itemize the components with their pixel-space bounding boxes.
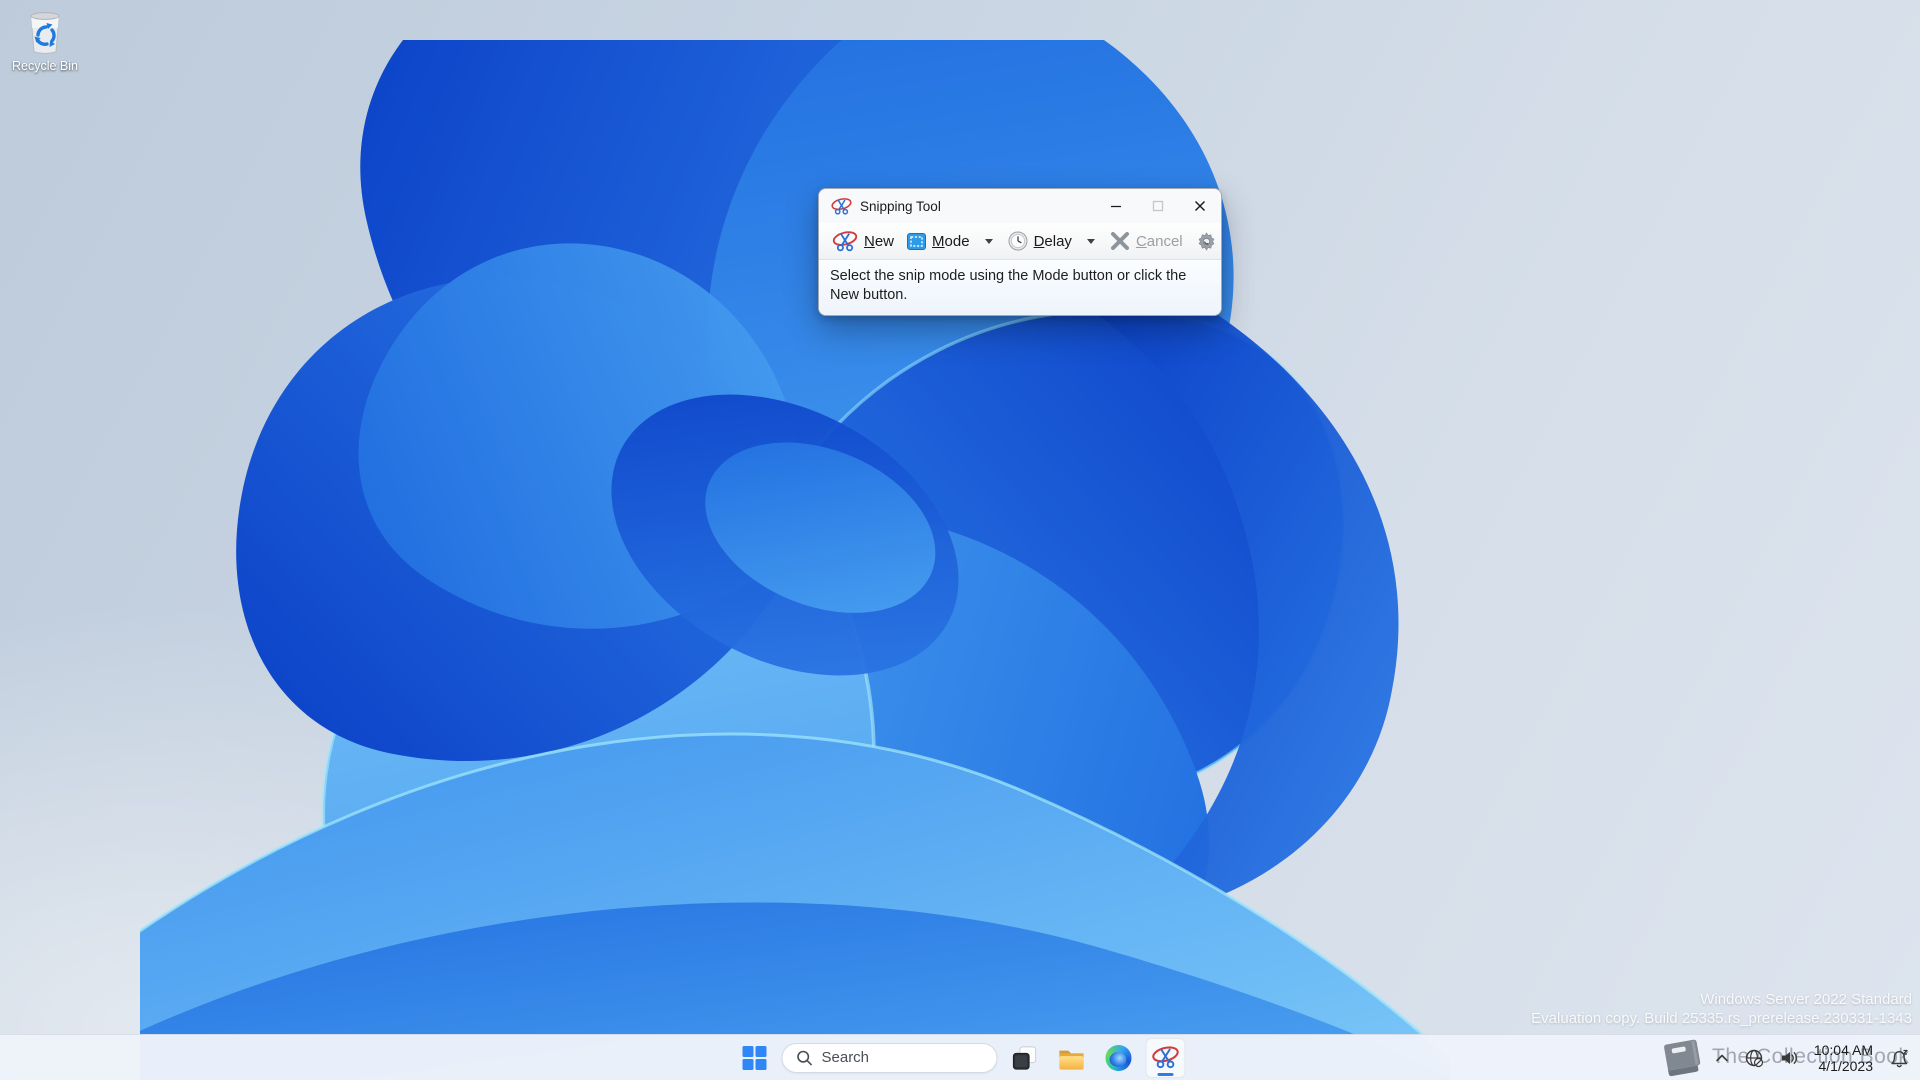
minimize-icon <box>1111 205 1121 208</box>
snip-message-area: Select the snip mode using the Mode butt… <box>819 260 1221 315</box>
new-button[interactable]: New <box>829 228 897 255</box>
delay-clock-icon <box>1008 231 1028 251</box>
snipping-tool-icon <box>1152 1045 1180 1070</box>
chevron-up-icon <box>1716 1054 1728 1061</box>
snipping-tool-window: Snipping Tool New Mode Delay Cancel Sele… <box>818 188 1222 316</box>
cancel-label: Cancel <box>1135 232 1183 250</box>
recycle-bin-label: Recycle Bin <box>12 59 78 73</box>
hidden-icons-button[interactable] <box>1713 1051 1731 1065</box>
minimize-button[interactable] <box>1095 189 1137 223</box>
edge-icon <box>1105 1044 1132 1071</box>
close-icon <box>1195 201 1205 211</box>
snipping-tool-icon <box>831 197 852 216</box>
search-icon <box>797 1050 812 1065</box>
recycle-bin-icon <box>30 12 60 54</box>
file-explorer-icon <box>1059 1050 1084 1070</box>
system-tray: 10:04 AM 4/1/2023 <box>1713 1035 1912 1080</box>
active-app-indicator <box>1157 1072 1174 1076</box>
watermark-line1: Windows Server 2022 Standard <box>1700 991 1912 1008</box>
mode-label: Mode <box>932 232 970 250</box>
eval-watermark: Windows Server 2022 Standard Evaluation … <box>1531 990 1912 1028</box>
windows-logo-icon <box>742 1045 767 1070</box>
mode-icon <box>907 232 927 250</box>
snip-toolbar: New Mode Delay Cancel <box>819 223 1221 260</box>
volume-button[interactable] <box>1777 1046 1801 1070</box>
search-input[interactable] <box>821 1049 972 1066</box>
watermark-line2: Evaluation copy. Build 25335.rs_prerelea… <box>1531 1010 1912 1027</box>
chevron-down-icon <box>1086 238 1095 244</box>
taskbar: The Collection Book <box>0 1034 1920 1080</box>
cancel-button[interactable]: Cancel <box>1107 229 1186 253</box>
network-globe-icon <box>1745 1049 1763 1067</box>
taskbar-search[interactable] <box>781 1042 998 1073</box>
options-button[interactable]: Options <box>1193 229 1221 254</box>
mode-dropdown[interactable] <box>980 237 998 246</box>
snipping-tool-taskbar-button[interactable] <box>1145 1037 1186 1078</box>
maximize-icon <box>1152 200 1164 212</box>
chevron-down-icon <box>984 238 993 244</box>
delay-label: Delay <box>1033 232 1072 250</box>
book-icon <box>1664 1039 1701 1077</box>
bell-z-icon <box>1891 1049 1908 1067</box>
snip-message: Select the snip mode using the Mode butt… <box>830 268 1187 303</box>
window-title: Snipping Tool <box>860 198 941 214</box>
network-button[interactable] <box>1742 1046 1766 1070</box>
start-button[interactable] <box>735 1038 775 1078</box>
edge-button[interactable] <box>1099 1038 1139 1078</box>
mode-button[interactable]: Mode <box>904 231 973 252</box>
cancel-x-icon <box>1110 232 1129 250</box>
tray-time: 10:04 AM <box>1813 1041 1873 1058</box>
task-view-button[interactable] <box>1005 1038 1045 1078</box>
close-button[interactable] <box>1179 189 1221 223</box>
new-snip-icon <box>832 230 858 253</box>
notifications-button[interactable] <box>1886 1045 1912 1071</box>
tray-date: 4/1/2023 <box>1818 1057 1874 1074</box>
maximize-button[interactable] <box>1137 189 1179 223</box>
recycle-bin[interactable]: Recycle Bin <box>6 8 84 73</box>
titlebar[interactable]: Snipping Tool <box>819 189 1221 223</box>
volume-icon <box>1781 1051 1797 1064</box>
options-gear-icon <box>1198 231 1214 251</box>
delay-dropdown[interactable] <box>1082 237 1100 246</box>
file-explorer-button[interactable] <box>1052 1038 1092 1078</box>
wallpaper-bloom <box>140 40 1450 1080</box>
taskbar-clock[interactable]: 10:04 AM 4/1/2023 <box>1812 1040 1875 1076</box>
new-label: New <box>864 232 895 250</box>
task-view-icon <box>1012 1045 1037 1070</box>
delay-button[interactable]: Delay <box>1005 229 1075 253</box>
